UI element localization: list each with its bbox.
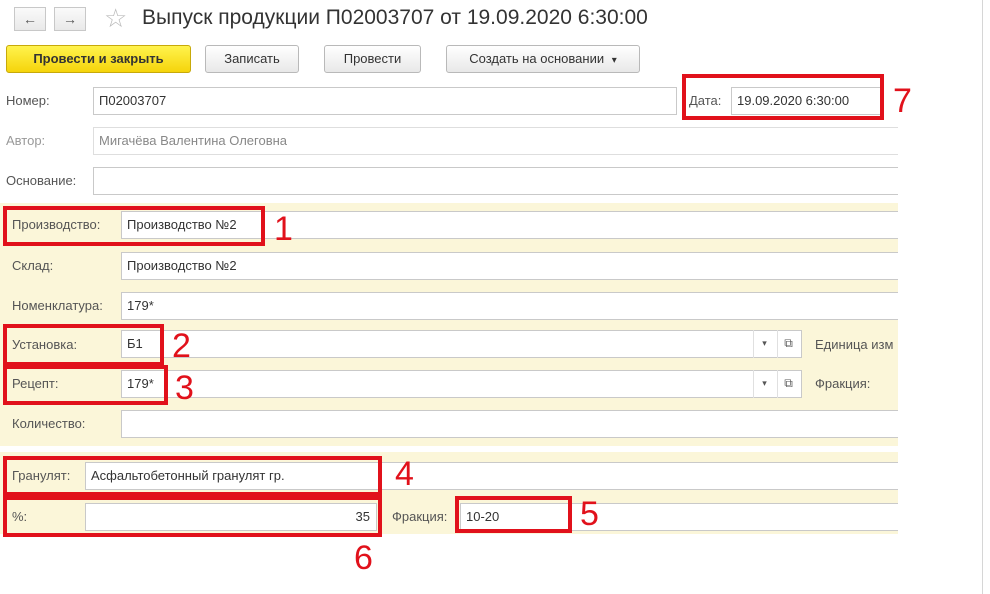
installation-field[interactable]: Б1 [121,330,802,358]
nomenclature-label: Номенклатура: [12,298,103,313]
create-based-on-label: Создать на основании [469,51,605,66]
annotation-number-1: 1 [274,210,293,248]
arrow-right-icon: → [63,11,77,27]
installation-dropdown-icon[interactable]: ▾ [753,330,775,358]
number-label: Номер: [6,93,50,108]
warehouse-label: Склад: [12,258,54,273]
annotation-number-4: 4 [395,455,414,493]
quantity-label: Количество: [12,416,86,431]
annotation-number-5: 5 [580,495,599,533]
author-field: Мигачёва Валентина Олеговна [93,127,898,155]
annotation-box-3 [3,365,168,405]
post-button[interactable]: Провести [324,45,421,73]
favorite-star-icon[interactable]: ☆ [104,4,127,32]
fraction-label: Фракция: [815,376,871,391]
annotation-box-6 [3,496,382,537]
annotation-number-7: 7 [893,82,912,120]
recipe-dropdown-icon[interactable]: ▾ [753,370,775,398]
annotation-box-1 [3,206,265,246]
forward-button[interactable]: → [54,7,86,31]
quantity-field[interactable] [121,410,898,438]
back-button[interactable]: ← [14,7,46,31]
annotation-box-2 [3,324,164,366]
save-button[interactable]: Записать [205,45,299,73]
basis-field[interactable] [93,167,898,195]
annotation-box-5 [455,496,572,533]
create-based-on-button[interactable]: Создать на основании ▾ [446,45,640,73]
unit-label: Единица изм [815,337,894,352]
recipe-field[interactable]: 179* [121,370,802,398]
annotation-number-6: 6 [354,539,373,577]
installation-open-icon[interactable]: ⧉ [777,330,799,358]
annotation-number-3: 3 [175,369,194,407]
author-label: Автор: [6,133,46,148]
chevron-down-icon: ▾ [611,55,617,66]
basis-label: Основание: [6,173,77,188]
post-and-close-button[interactable]: Провести и закрыть [6,45,191,73]
nomenclature-field[interactable]: 179* [121,292,898,320]
warehouse-field[interactable]: Производство №2 [121,252,898,280]
annotation-box-4 [3,456,382,496]
recipe-open-icon[interactable]: ⧉ [777,370,799,398]
annotation-box-7 [682,74,884,120]
window-edge [982,0,983,594]
number-field[interactable]: П02003707 [93,87,677,115]
granulate-fraction-label: Фракция: [392,509,448,524]
annotation-number-2: 2 [172,327,191,365]
window-title: Выпуск продукции П02003707 от 19.09.2020… [142,6,648,29]
arrow-left-icon: ← [23,11,37,27]
